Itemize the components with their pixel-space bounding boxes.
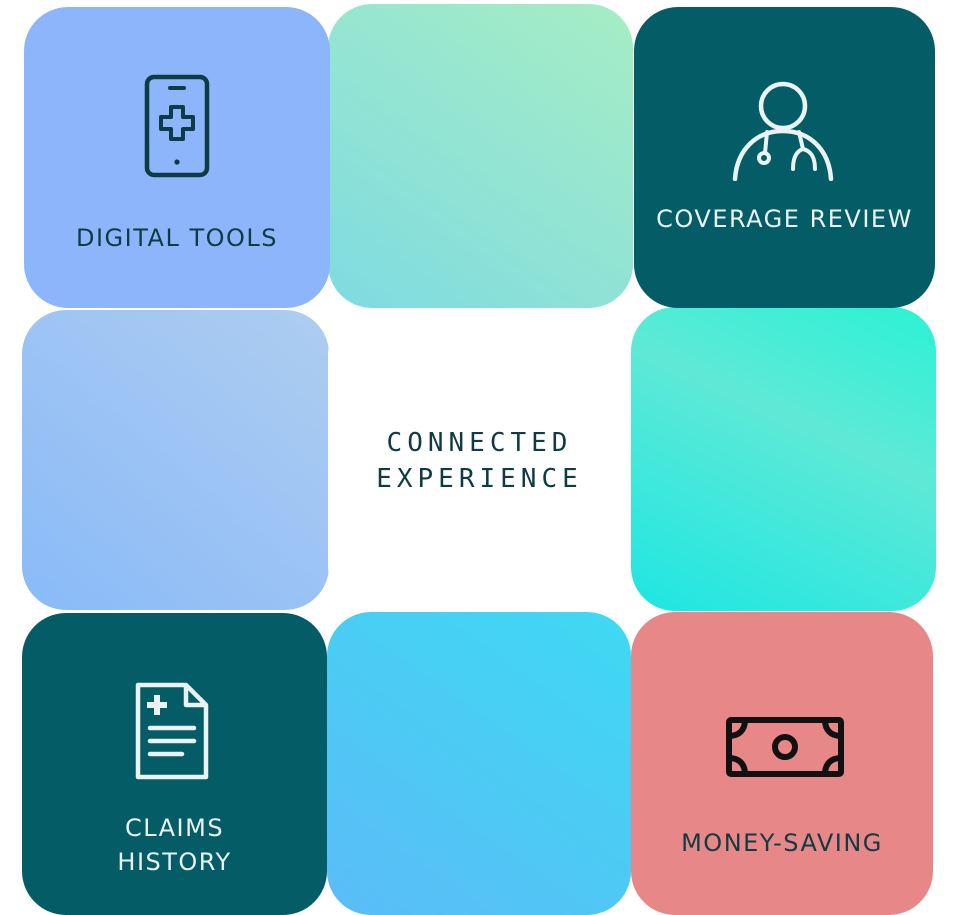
- claims-label-line1: CLAIMS: [124, 814, 225, 842]
- claims-label-line2: HISTORY: [117, 848, 232, 876]
- center-title-line1: CONNECTED: [386, 427, 573, 458]
- medical-document-icon: [135, 682, 209, 780]
- mobile-medical-icon: [144, 74, 210, 178]
- money-saving-label: MONEY-SAVING: [681, 829, 883, 857]
- gradient-tile-top: [328, 4, 633, 308]
- connected-experience-center: CONNECTED EXPERIENCE: [328, 311, 631, 610]
- claims-history-tile: CLAIMS HISTORY: [22, 613, 327, 915]
- center-title-line2: EXPERIENCE: [376, 463, 583, 494]
- gradient-tile-right: [631, 307, 936, 611]
- coverage-review-tile: COVERAGE REVIEW: [634, 7, 935, 308]
- digital-tools-label: DIGITAL TOOLS: [76, 224, 278, 252]
- digital-tools-tile: DIGITAL TOOLS: [24, 7, 330, 308]
- gradient-tile-left: [22, 310, 329, 610]
- money-saving-tile: MONEY-SAVING: [631, 612, 933, 915]
- doctor-icon: [732, 81, 834, 181]
- gradient-tile-bottom: [327, 612, 631, 915]
- banknote-icon: [726, 717, 844, 777]
- coverage-review-label: COVERAGE REVIEW: [656, 205, 913, 233]
- claims-history-label: CLAIMS HISTORY: [22, 811, 327, 879]
